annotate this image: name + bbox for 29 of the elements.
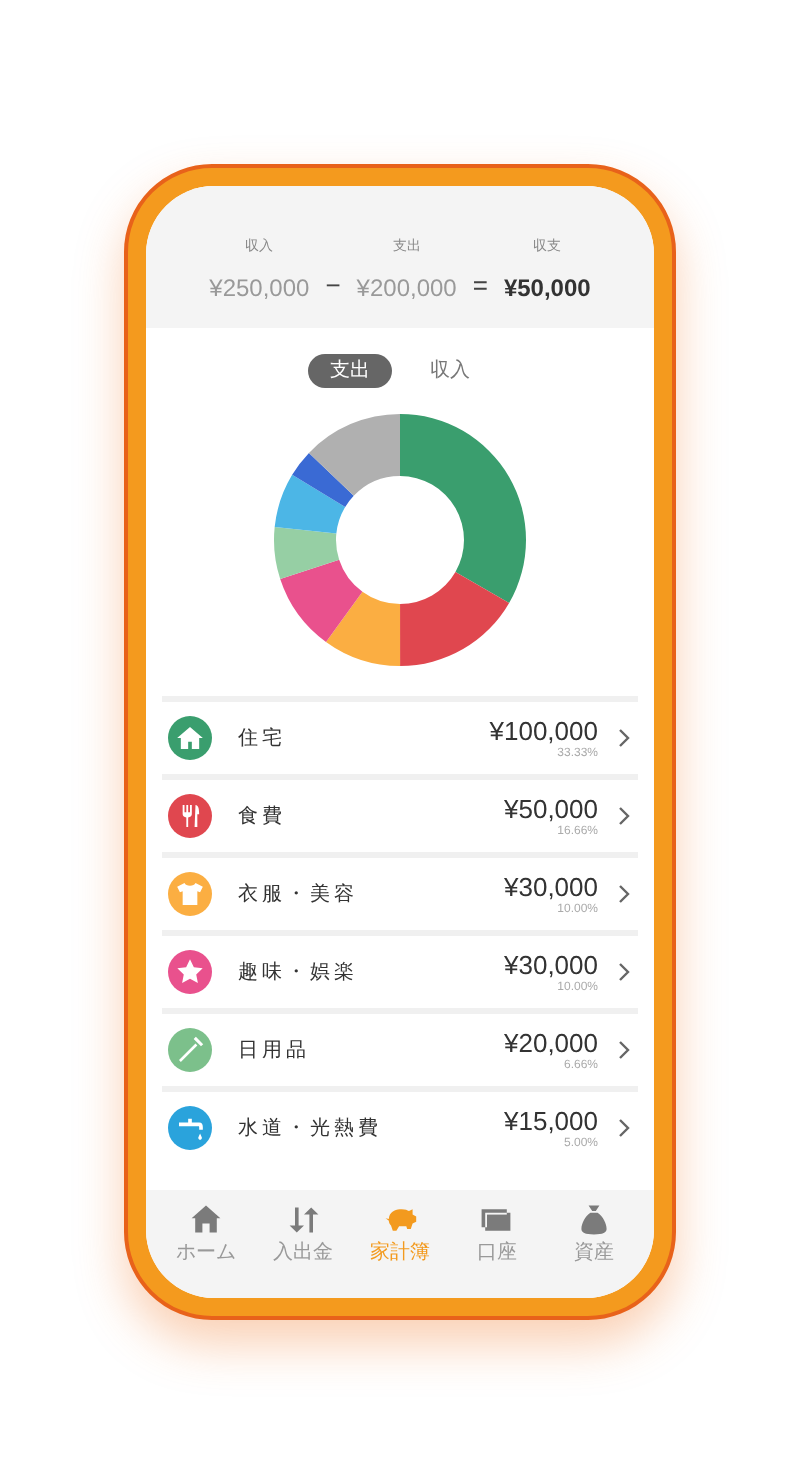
chevron-icon [618,962,630,982]
operator-sign: = [472,267,488,303]
chevron-icon [618,728,630,748]
summary-amount: ¥250,000 [209,272,310,306]
category-amount: ¥20,000 [504,1027,598,1057]
chevron-icon [618,884,630,904]
segment-tab[interactable]: 収入 [408,354,492,388]
category-name: 日用品 [238,1037,310,1065]
chevron-icon [618,1040,630,1060]
category-name: 衣服・美容 [238,881,358,909]
category-name: 住宅 [238,725,286,753]
bag-icon [575,1202,612,1238]
chevron-icon [618,1118,630,1138]
operator-sign: − [325,267,341,303]
house-icon [188,1202,225,1238]
category-name: 趣味・娯楽 [238,959,358,987]
category-name: 食費 [238,803,286,831]
category-amount: ¥15,000 [504,1105,598,1135]
summary-amount: ¥200,000 [356,272,457,306]
summary-amount: ¥50,000 [503,272,591,306]
segment-tab[interactable]: 支出 [308,354,392,388]
category-name: 水道・光熱費 [238,1115,382,1143]
chevron-icon [618,806,630,826]
category-amount: ¥50,000 [504,793,598,823]
donut-slice [274,474,346,534]
category-amount: ¥100,000 [489,715,598,745]
arrows-icon [285,1202,322,1238]
category-amount: ¥30,000 [504,871,598,901]
category-amount: ¥30,000 [504,949,598,979]
